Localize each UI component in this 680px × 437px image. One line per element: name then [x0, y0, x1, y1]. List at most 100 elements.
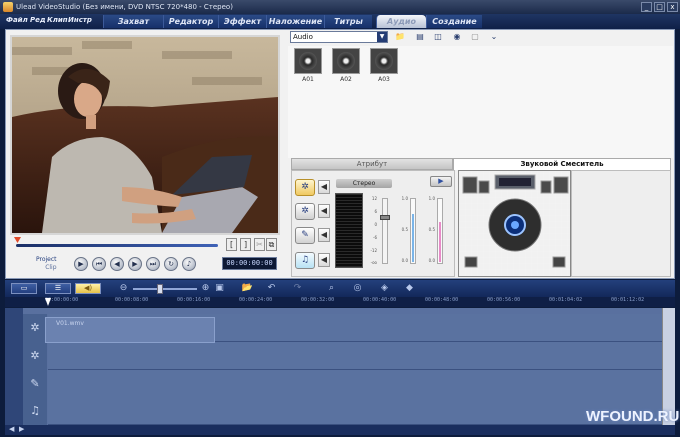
library-item-caption: A01 [302, 76, 314, 83]
menu-clip[interactable]: Клип [47, 16, 68, 24]
chevron-down-icon[interactable]: ▼ [377, 32, 387, 42]
volume-slider[interactable] [380, 198, 390, 264]
rear-slider[interactable] [437, 198, 443, 264]
volume-icon[interactable]: ♪ [182, 257, 196, 271]
speaker-icon[interactable]: ◀ [318, 204, 330, 218]
library-item[interactable]: A01 [292, 48, 324, 86]
scroll-left-icon[interactable]: ◀ [9, 425, 14, 433]
redo-icon[interactable]: ↷ [291, 282, 304, 295]
library-item[interactable]: A02 [330, 48, 362, 86]
tab-title[interactable]: Титры [324, 15, 372, 28]
horizontal-scrollbar[interactable]: ◀ ▶ [5, 425, 675, 435]
scale-label: -oo [370, 260, 377, 265]
scrubber-track[interactable] [16, 244, 218, 247]
scroll-right-icon[interactable]: ▶ [19, 425, 24, 433]
timeline-ruler[interactable]: 00:00:00:00 00:00:08:00 00:00:16:00 00:0… [5, 297, 675, 307]
zoom-slider[interactable] [133, 288, 197, 290]
maximize-button[interactable]: □ [654, 2, 665, 12]
library-item-caption: A03 [378, 76, 390, 83]
tab-audio[interactable]: Аудио [376, 15, 426, 28]
scene-icon[interactable]: ◆ [403, 282, 416, 295]
speaker-icon[interactable]: ◀ [318, 228, 330, 242]
scrubber-handle[interactable] [14, 237, 21, 243]
library-folder-select[interactable]: Audio ▼ [290, 31, 388, 43]
cut-clip-icon[interactable]: ✂ [254, 238, 265, 251]
open-folder-icon[interactable]: 📁 [394, 31, 406, 43]
tab-capture[interactable]: Захват [103, 15, 163, 28]
record-icon[interactable]: ◎ [351, 282, 364, 295]
video-clip[interactable]: V01.wmv [45, 317, 215, 343]
library-item[interactable]: A03 [368, 48, 400, 86]
tab-audio-mixer[interactable]: Звуковой Смеситель [453, 158, 671, 170]
expand-icon[interactable]: ⧉ [266, 238, 277, 251]
zoom-in-icon[interactable]: ⊕ [199, 282, 212, 295]
preview-scrubber[interactable]: [ ] ✂ ⧉ [14, 237, 277, 251]
scale-label: 0.5 [428, 227, 435, 232]
mixer-play-button[interactable]: ▶ [430, 176, 452, 187]
expand-library-icon[interactable]: ⌄ [488, 31, 500, 43]
delete-icon[interactable]: ▢ [469, 31, 481, 43]
timecode-display[interactable]: 00:00:00:00 [222, 257, 277, 270]
scale-label: 1.0 [428, 196, 435, 201]
ruler-tick: 00:00:40:00 [363, 297, 397, 303]
speaker-icon[interactable]: ◀ [318, 180, 330, 194]
library-manager-icon[interactable]: ▤ [414, 31, 426, 43]
overlay-track-audio-button[interactable]: ✲ [295, 203, 315, 220]
volume-slider-thumb[interactable] [380, 215, 390, 220]
repeat-icon[interactable]: ↻ [164, 257, 178, 271]
storyboard-view-button[interactable]: ▭ [11, 283, 37, 294]
music-track-button[interactable]: ♫ [295, 252, 315, 269]
balance-fader-2: 1.0 0.5 0.0 [426, 196, 448, 268]
menu-file[interactable]: Файл [6, 16, 28, 24]
record-voice-icon[interactable]: ◉ [451, 31, 463, 43]
zoom-slider-thumb[interactable] [157, 284, 163, 294]
surround-field[interactable] [458, 170, 571, 277]
insert-media-icon[interactable]: 📂 [241, 282, 254, 295]
scale-label: 6 [374, 209, 377, 214]
track-manager-strip[interactable] [5, 308, 23, 425]
ruler-tick: 00:00:08:00 [115, 297, 149, 303]
audio-disc-icon [332, 48, 360, 74]
tab-edit[interactable]: Редактор [163, 15, 218, 28]
play-icon[interactable]: ▶ [74, 257, 88, 271]
scale-label: 12 [371, 196, 377, 201]
undo-icon[interactable]: ↶ [265, 282, 278, 295]
tab-share[interactable]: Создание [426, 15, 482, 28]
surround-graphic [462, 174, 569, 268]
minimize-button[interactable]: _ [641, 2, 652, 12]
speaker-icon[interactable]: ◀ [318, 253, 330, 267]
tab-effect[interactable]: Эффект [218, 15, 266, 28]
auto-music-icon[interactable]: ◈ [378, 282, 391, 295]
home-icon[interactable]: ⏮ [92, 257, 106, 271]
overlay-track-icon[interactable]: ✲ [23, 342, 47, 370]
ruler-tick: 00:01:12:02 [611, 297, 645, 303]
music-track-icon[interactable]: ♫ [23, 397, 47, 425]
close-button[interactable]: x [667, 2, 678, 12]
next-frame-icon[interactable]: ▶ [128, 257, 142, 271]
mark-out-button[interactable]: ] [240, 238, 251, 251]
audio-view-button[interactable]: ◀) [75, 283, 101, 294]
voice-track-button[interactable]: ✎ [295, 227, 315, 244]
smart-proxy-icon[interactable]: ⌕ [325, 282, 338, 295]
import-cd-icon[interactable]: ◫ [432, 31, 444, 43]
overlay-track[interactable] [48, 342, 662, 370]
rear-level-fill [439, 222, 441, 262]
end-icon[interactable]: ⏭ [146, 257, 160, 271]
previous-frame-icon[interactable]: ◀ [110, 257, 124, 271]
menu-tools[interactable]: Инстр [68, 16, 92, 24]
front-slider[interactable] [410, 198, 416, 264]
tab-overlay[interactable]: Наложение [266, 15, 324, 28]
voice-track-icon[interactable]: ✎ [23, 370, 47, 398]
fit-project-icon[interactable]: ▣ [213, 282, 226, 295]
tab-attribute[interactable]: Атрибут [291, 158, 453, 170]
video-track-icon[interactable]: ✲ [23, 314, 47, 342]
ruler-tick: 00:00:56:00 [487, 297, 521, 303]
mark-in-button[interactable]: [ [226, 238, 237, 251]
timeline-view-button[interactable]: ☰ [45, 283, 71, 294]
voice-track[interactable] [48, 370, 662, 398]
menu-edit[interactable]: Ред [30, 16, 46, 24]
music-track[interactable] [48, 397, 662, 425]
ruler-tick: 00:00:16:00 [177, 297, 211, 303]
zoom-out-icon[interactable]: ⊖ [117, 282, 130, 295]
video-track-audio-button[interactable]: ✲ [295, 179, 315, 196]
